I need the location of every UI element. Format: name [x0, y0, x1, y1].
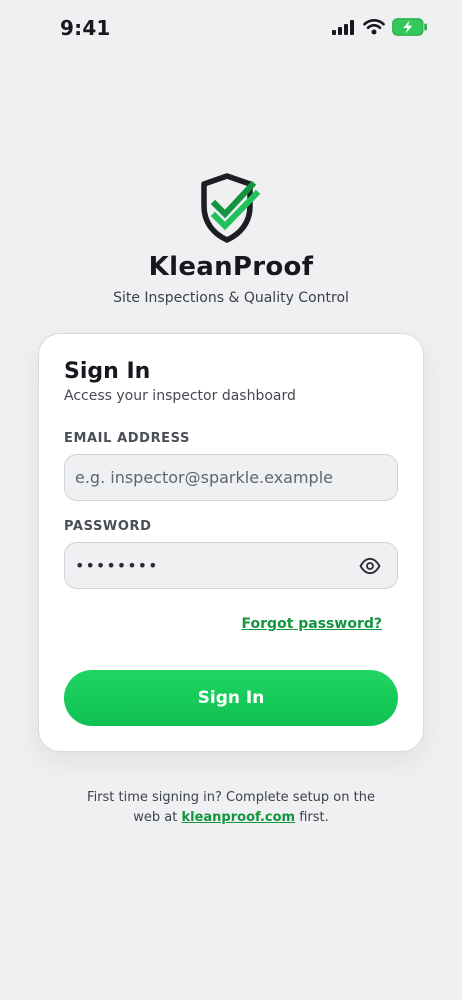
wifi-icon [363, 19, 385, 35]
kleanproof-website-link[interactable]: kleanproof.com [181, 810, 295, 825]
email-field-container [64, 454, 398, 501]
app-name: KleanProof [148, 252, 314, 282]
first-time-setup-note: First time signing in? Complete setup on… [0, 788, 462, 828]
footer-prefix: web at [133, 810, 182, 825]
password-label: PASSWORD [64, 519, 152, 534]
forgot-password-link[interactable]: Forgot password? [242, 616, 382, 632]
eye-icon[interactable] [359, 556, 381, 576]
brand-header: KleanProof Site Inspections & Quality Co… [0, 172, 462, 306]
battery-charging-icon [392, 18, 427, 36]
status-bar: 9:41 [0, 0, 462, 56]
footer-suffix: first. [295, 810, 329, 825]
sign-in-subtitle: Access your inspector dashboard [64, 388, 296, 404]
shield-check-icon [201, 173, 261, 243]
password-field[interactable] [65, 543, 397, 588]
footer-line-2: web at kleanproof.com first. [0, 808, 462, 828]
status-time: 9:41 [60, 16, 111, 40]
app-tagline: Site Inspections & Quality Control [113, 290, 349, 306]
password-field-container [64, 542, 398, 589]
cellular-signal-icon [332, 20, 354, 35]
sign-in-card: Sign In Access your inspector dashboard … [38, 333, 424, 752]
email-field[interactable] [65, 455, 397, 500]
footer-line-1: First time signing in? Complete setup on… [87, 790, 375, 805]
email-label: EMAIL ADDRESS [64, 431, 190, 446]
sign-in-button[interactable]: Sign In [64, 670, 398, 726]
sign-in-title: Sign In [64, 359, 151, 384]
